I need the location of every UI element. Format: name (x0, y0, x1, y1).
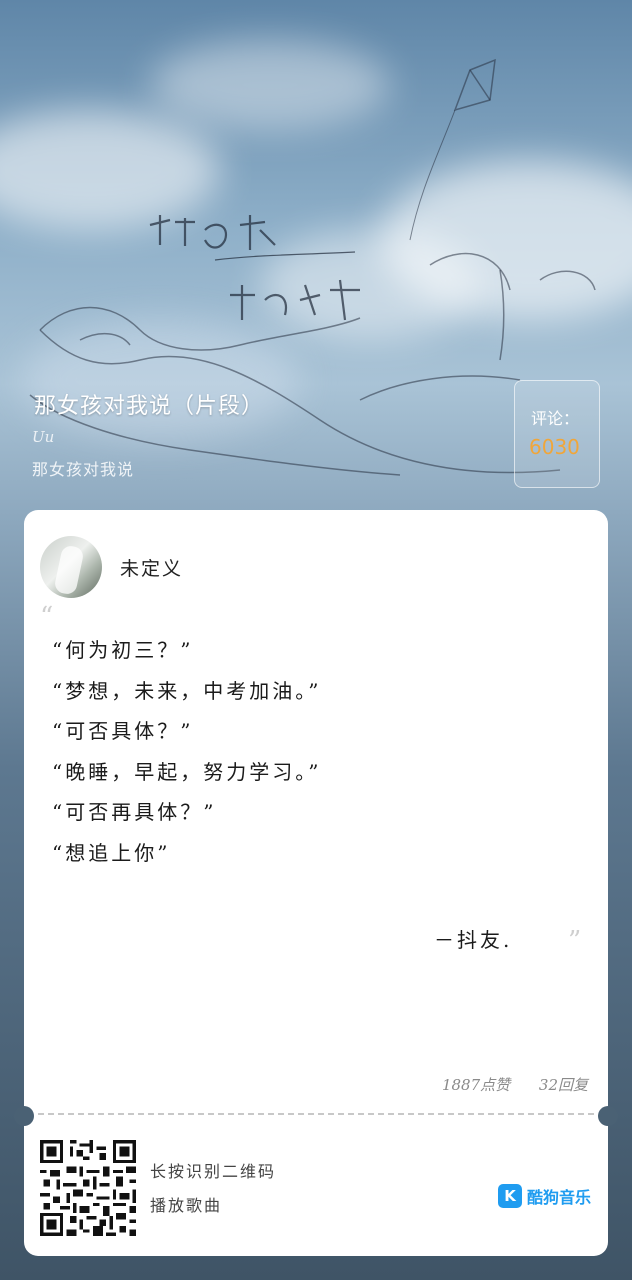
ticket-divider (24, 1113, 608, 1115)
username[interactable]: 未定义 (120, 554, 183, 581)
comment-count-value: 6030 (529, 435, 580, 459)
qr-hint: 长按识别二维码 (150, 1162, 277, 1181)
reply-count[interactable]: 32回复 (539, 1076, 588, 1094)
comment-line: “何为初三？” (52, 638, 194, 662)
comment-card: 未定义 “ “何为初三？” “梦想，未来，中考加油。” “可否具体？” “晚睡，… (24, 510, 608, 1256)
comment-count-badge[interactable]: 评论： 6030 (514, 380, 600, 488)
brand-name: 酷狗音乐 (527, 1188, 592, 1207)
comment-signature: －抖友. (434, 928, 513, 952)
comment-line: “可否再具体？” (52, 800, 217, 824)
open-quote-icon: “ (40, 602, 54, 632)
kugou-logo: K 酷狗音乐 (498, 1184, 591, 1208)
kugou-icon: K (498, 1184, 522, 1208)
album-name: 那女孩对我说 (32, 460, 135, 479)
play-hint: 播放歌曲 (150, 1196, 223, 1215)
comment-stats: 1887点赞 32回复 (442, 1074, 588, 1095)
comment-line: “想追上你” (52, 840, 171, 865)
artist-name: Uu (32, 428, 55, 446)
close-quote-icon: ” (568, 926, 582, 956)
song-cover-header: 那女孩对我说（片段） Uu 那女孩对我说 评论： 6030 (0, 0, 632, 530)
comment-line: “梦想，未来，中考加油。” (52, 678, 322, 703)
comment-line: “晚睡，早起，努力学习。” (52, 759, 322, 784)
comment-count-label: 评论： (531, 409, 580, 428)
qr-code[interactable] (40, 1140, 136, 1236)
comment-line: “可否具体？” (52, 719, 194, 743)
avatar[interactable] (40, 536, 102, 598)
ticket-notch-right (598, 1106, 618, 1126)
like-count[interactable]: 1887点赞 (442, 1076, 510, 1094)
song-title: 那女孩对我说（片段） (34, 394, 265, 419)
comment-text: “何为初三？” “梦想，未来，中考加油。” “可否具体？” “晚睡，早起，努力学… (52, 630, 321, 873)
ticket-notch-left (14, 1106, 34, 1126)
dashed-line (38, 1113, 594, 1115)
